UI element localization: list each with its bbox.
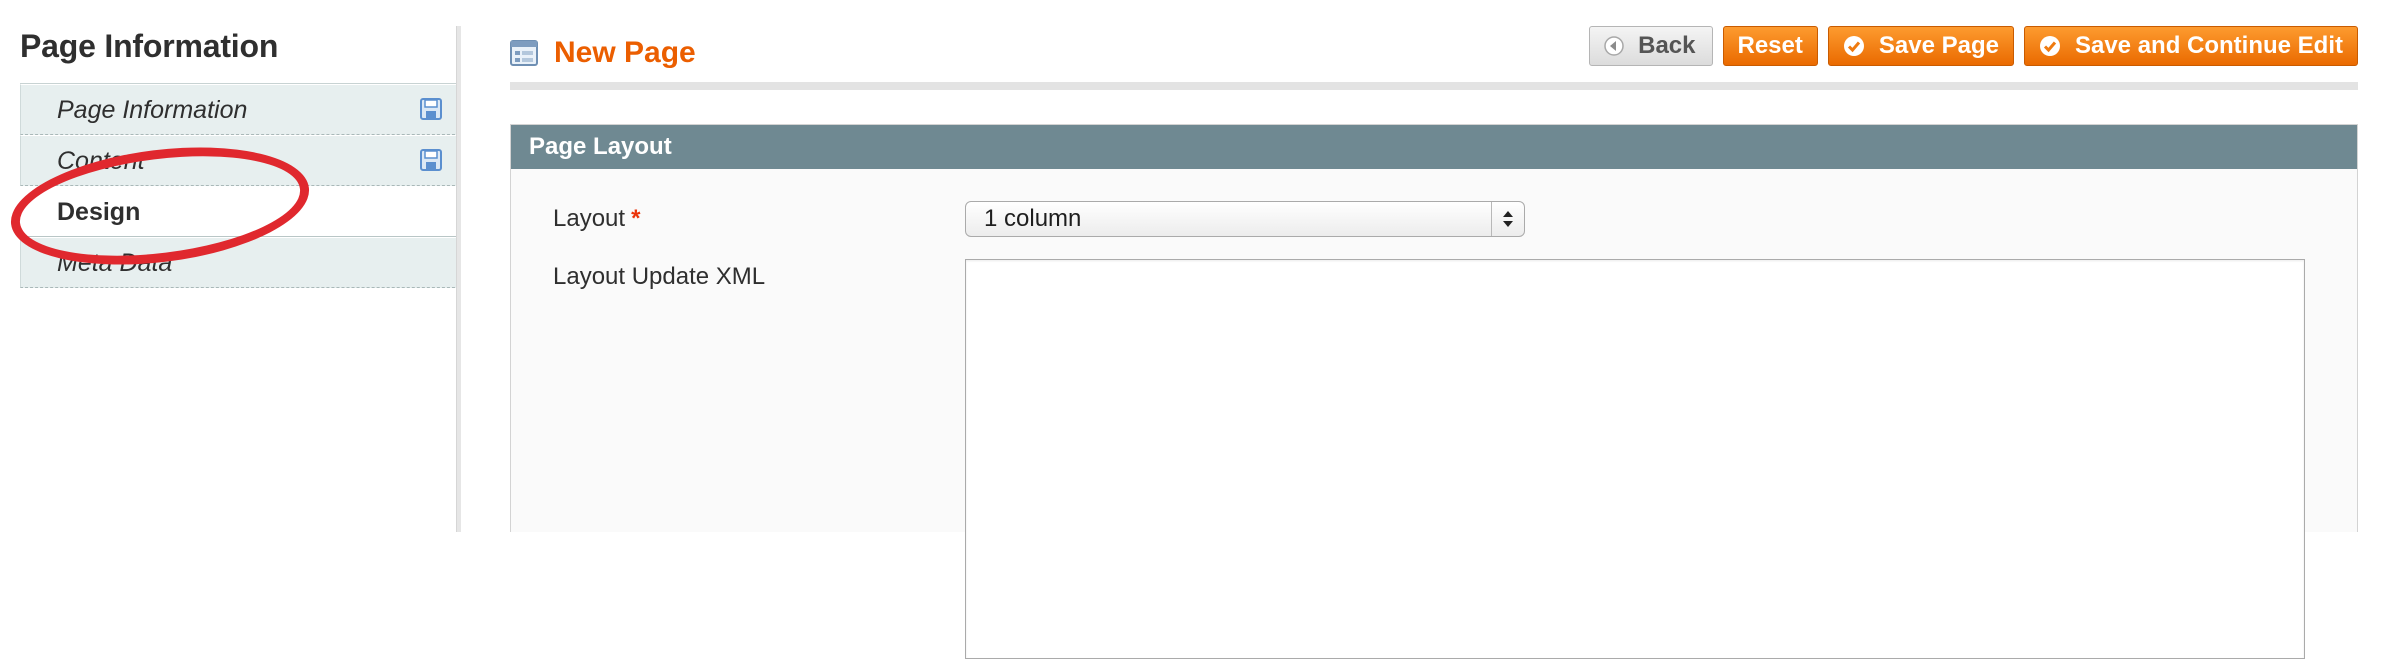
- save-and-continue-button-label: Save and Continue Edit: [2074, 32, 2343, 59]
- sidebar-divider: [456, 26, 461, 532]
- reset-button-label: Reset: [1737, 32, 1803, 59]
- fieldset-title: Page Layout: [511, 125, 2357, 169]
- page-title: New Page: [554, 36, 696, 69]
- tab-design[interactable]: Design: [20, 186, 460, 237]
- layout-select-value: 1 column: [984, 205, 1082, 232]
- page-header: New Page Back Reset Save Page Save and C…: [510, 18, 2358, 90]
- layout-select[interactable]: 1 column: [965, 201, 1525, 237]
- page-title-group: New Page: [510, 36, 696, 70]
- page-icon: [510, 40, 538, 66]
- layout-update-xml-textarea[interactable]: [965, 259, 2305, 659]
- required-marker: *: [631, 205, 641, 232]
- checkmark-icon: [1843, 36, 1864, 56]
- back-button-label: Back: [1638, 32, 1696, 59]
- tab-label: Meta Data: [57, 249, 173, 277]
- back-button[interactable]: Back: [1589, 26, 1713, 66]
- checkmark-icon: [2039, 36, 2060, 56]
- save-and-continue-button[interactable]: Save and Continue Edit: [2023, 26, 2358, 66]
- sidebar: Page Information Page Information Conten…: [20, 24, 460, 288]
- tab-label: Content: [57, 147, 145, 175]
- sidebar-tabs: Page Information Content Design Meta Dat…: [20, 83, 460, 288]
- page-layout-fieldset: Page Layout Layout * 1 column Layout Upda…: [510, 124, 2358, 659]
- save-icon: [420, 149, 442, 171]
- sidebar-title: Page Information: [20, 28, 279, 64]
- tab-content[interactable]: Content: [20, 135, 460, 186]
- fieldset-body: Layout * 1 column Layout Update XML: [511, 169, 2357, 659]
- tab-label: Page Information: [57, 96, 248, 124]
- save-page-button[interactable]: Save Page: [1827, 26, 2014, 66]
- layout-update-xml-label: Layout Update XML: [553, 263, 766, 290]
- tab-page-information[interactable]: Page Information: [20, 84, 460, 135]
- layout-label: Layout *: [553, 205, 640, 233]
- save-page-button-label: Save Page: [1878, 32, 1999, 59]
- layout-label-text: Layout: [553, 205, 626, 232]
- reset-button[interactable]: Reset: [1722, 26, 1818, 66]
- save-icon: [420, 98, 442, 120]
- tab-label: Design: [57, 198, 141, 226]
- select-updown-icon: [1491, 202, 1513, 236]
- action-buttons: Back Reset Save Page Save and Continue E…: [1589, 26, 2358, 66]
- tab-meta-data[interactable]: Meta Data: [20, 237, 460, 288]
- back-arrow-icon: [1604, 36, 1624, 56]
